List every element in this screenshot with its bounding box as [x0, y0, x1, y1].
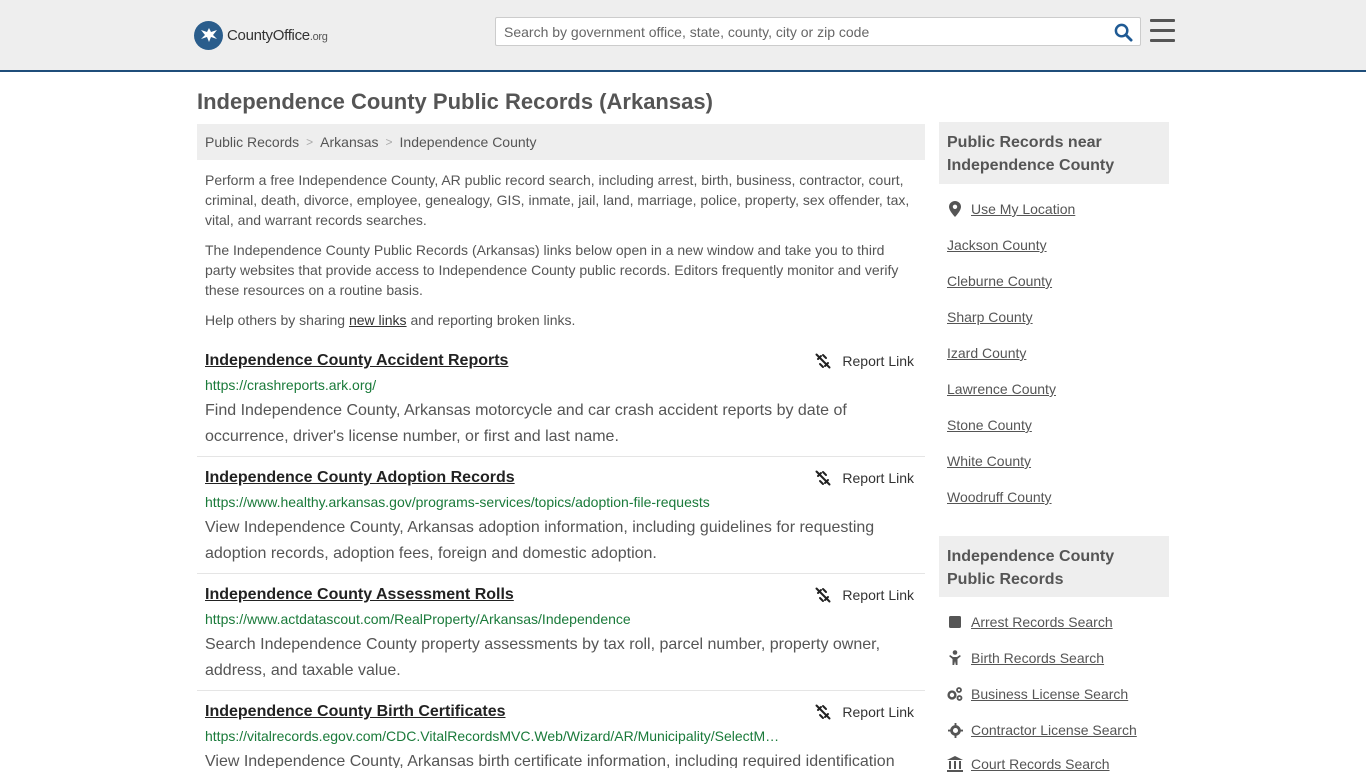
- intro-paragraph: Perform a free Independence County, AR p…: [205, 172, 910, 228]
- record-url: https://www.healthy.arkansas.gov/program…: [205, 494, 710, 510]
- nearby-county-link[interactable]: Cleburne County: [947, 273, 1052, 289]
- breadcrumb-public-records[interactable]: Public Records: [205, 134, 299, 150]
- report-link-button[interactable]: Report Link: [815, 704, 914, 720]
- broken-link-icon: [815, 704, 831, 720]
- nearby-county-link[interactable]: Izard County: [947, 345, 1026, 361]
- nearby-county-link[interactable]: Sharp County: [947, 309, 1033, 325]
- report-link-button[interactable]: Report Link: [815, 470, 914, 486]
- search-box: [495, 17, 1141, 46]
- logo-wordmark: CountyOffice.org: [227, 27, 328, 44]
- nearby-county-link[interactable]: White County: [947, 453, 1031, 469]
- county-records-heading: Independence County Public Records: [939, 536, 1169, 597]
- birth-records-label: Birth Records Search: [971, 650, 1105, 666]
- record-description: View Independence County, Arkansas adopt…: [205, 519, 875, 562]
- search-button[interactable]: [1112, 21, 1134, 43]
- nearby-county-link[interactable]: Lawrence County: [947, 381, 1056, 397]
- eagle-seal-icon: [194, 20, 223, 50]
- record-item: Independence County Accident Reports Rep…: [197, 352, 925, 452]
- share-text-before: Help others by sharing: [205, 312, 349, 328]
- share-text-after: and reporting broken links.: [406, 312, 576, 328]
- disclaimer-paragraph: The Independence County Public Records (…: [205, 242, 899, 298]
- record-item: Independence County Adoption Records Rep…: [197, 469, 925, 569]
- broken-link-icon: [815, 353, 831, 369]
- divider: [197, 456, 925, 457]
- record-description: Search Independence County property asse…: [205, 636, 881, 679]
- site-logo[interactable]: CountyOffice.org: [194, 20, 328, 50]
- report-link-button[interactable]: Report Link: [815, 587, 914, 603]
- record-url: https://vitalrecords.egov.com/CDC.VitalR…: [205, 728, 780, 744]
- use-my-location-label: Use My Location: [971, 201, 1076, 217]
- report-link-button[interactable]: Report Link: [815, 353, 914, 369]
- hamburger-menu-icon[interactable]: [1150, 19, 1175, 42]
- arrest-records-link[interactable]: Arrest Records Search: [947, 614, 1113, 630]
- gear-icon: [947, 722, 963, 738]
- record-description: View Independence County, Arkansas birth…: [205, 753, 895, 768]
- nearby-county-link[interactable]: Woodruff County: [947, 489, 1052, 505]
- broken-link-icon: [815, 470, 831, 486]
- record-title-link[interactable]: Independence County Birth Certificates: [205, 703, 506, 721]
- report-link-label: Report Link: [842, 587, 914, 603]
- courthouse-icon: [947, 756, 963, 772]
- business-license-link[interactable]: Business License Search: [947, 686, 1128, 702]
- nearby-county-link[interactable]: Stone County: [947, 417, 1032, 433]
- breadcrumb: Public Records > Arkansas > Independence…: [197, 124, 925, 160]
- use-my-location-link[interactable]: Use My Location: [947, 201, 1075, 217]
- map-pin-icon: [947, 201, 963, 217]
- record-item: Independence County Assessment Rolls Rep…: [197, 586, 925, 686]
- arrest-records-label: Arrest Records Search: [971, 614, 1113, 630]
- nearby-county-link[interactable]: Jackson County: [947, 237, 1047, 253]
- contractor-license-label: Contractor License Search: [971, 722, 1137, 738]
- report-link-label: Report Link: [842, 353, 914, 369]
- divider: [197, 690, 925, 691]
- record-description: Find Independence County, Arkansas motor…: [205, 402, 847, 445]
- search-input[interactable]: [496, 18, 1106, 45]
- gears-icon: [947, 686, 963, 702]
- breadcrumb-independence-county[interactable]: Independence County: [400, 134, 537, 150]
- report-link-label: Report Link: [842, 704, 914, 720]
- business-license-label: Business License Search: [971, 686, 1129, 702]
- share-links-paragraph: Help others by sharing new links and rep…: [205, 310, 915, 330]
- broken-link-icon: [815, 587, 831, 603]
- new-links-link[interactable]: new links: [349, 312, 407, 328]
- breadcrumb-arkansas[interactable]: Arkansas: [320, 134, 378, 150]
- logo-name: CountyOffice: [227, 26, 310, 44]
- page-title: Independence County Public Records (Arka…: [197, 89, 713, 114]
- square-icon: [947, 614, 963, 630]
- birth-records-link[interactable]: Birth Records Search: [947, 650, 1104, 666]
- record-title-link[interactable]: Independence County Assessment Rolls: [205, 586, 514, 604]
- logo-tld: .org: [309, 30, 328, 43]
- record-url: https://www.actdatascout.com/RealPropert…: [205, 611, 631, 627]
- breadcrumb-separator: >: [306, 135, 314, 149]
- record-title-link[interactable]: Independence County Adoption Records: [205, 469, 515, 487]
- divider: [197, 573, 925, 574]
- record-title-link[interactable]: Independence County Accident Reports: [205, 352, 508, 370]
- breadcrumb-separator: >: [385, 135, 393, 149]
- site-header: CountyOffice.org: [0, 0, 1366, 72]
- court-records-label: Court Records Search: [971, 756, 1110, 772]
- report-link-label: Report Link: [842, 470, 914, 486]
- search-icon: [1114, 23, 1133, 42]
- nearby-heading: Public Records near Independence County: [939, 122, 1169, 184]
- baby-icon: [947, 650, 963, 666]
- contractor-license-link[interactable]: Contractor License Search: [947, 722, 1137, 738]
- record-url: https://crashreports.ark.org/: [205, 377, 377, 393]
- record-item: Independence County Birth Certificates R…: [197, 703, 925, 768]
- court-records-link[interactable]: Court Records Search: [947, 756, 1110, 772]
